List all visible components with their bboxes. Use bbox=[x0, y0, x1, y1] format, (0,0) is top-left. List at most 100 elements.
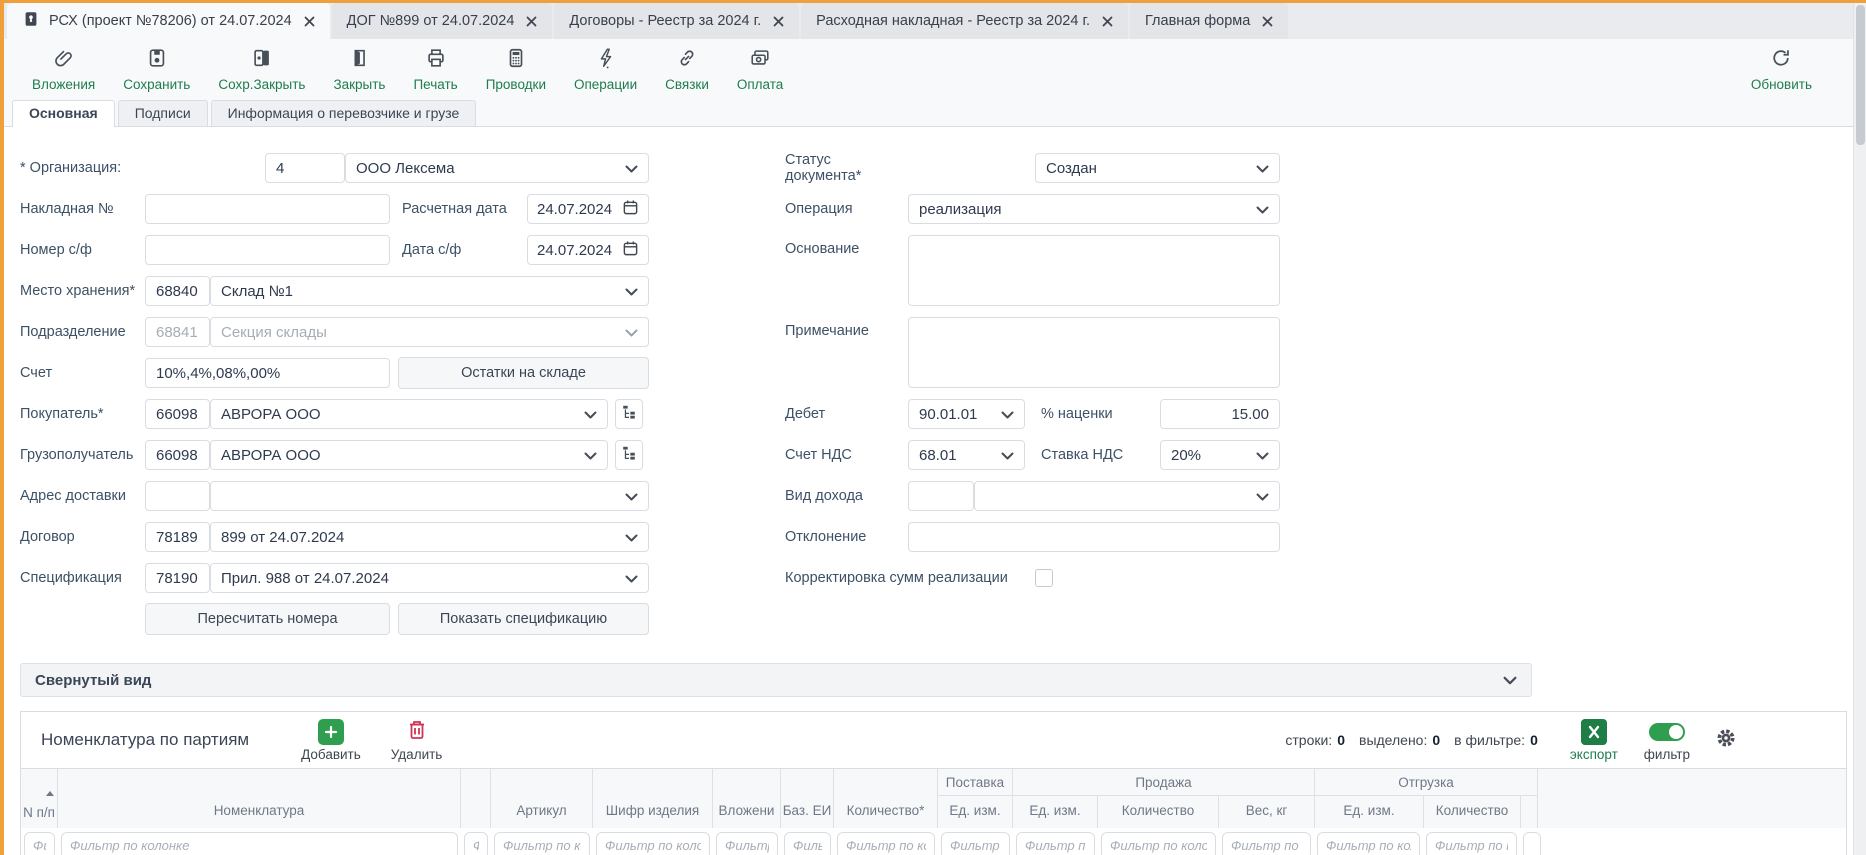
basis-textarea[interactable] bbox=[908, 235, 1280, 306]
column-header-npp[interactable]: N п/п bbox=[21, 769, 58, 828]
account-field[interactable] bbox=[145, 358, 390, 388]
filter-toggle[interactable]: фильтр bbox=[1644, 719, 1690, 762]
buyer-tree-button[interactable] bbox=[615, 399, 643, 429]
tab-signatures[interactable]: Подписи bbox=[118, 100, 208, 126]
tab-main[interactable]: Основная bbox=[12, 100, 115, 127]
filter-input-article[interactable] bbox=[494, 832, 590, 855]
delete-row-button[interactable]: Удалить bbox=[391, 718, 443, 762]
filter-input-supply-unit[interactable] bbox=[941, 832, 1010, 855]
column-header-base-unit[interactable]: Баз. ЕИ bbox=[781, 769, 834, 828]
operations-button[interactable]: Операции bbox=[560, 39, 651, 99]
consignee-code-field[interactable] bbox=[145, 440, 210, 470]
delivery-address-select[interactable] bbox=[210, 481, 649, 511]
payment-button[interactable]: Оплата bbox=[723, 39, 797, 99]
gear-icon[interactable] bbox=[1716, 728, 1736, 753]
storage-select[interactable]: Склад №1 bbox=[210, 276, 649, 306]
consignee-tree-button[interactable] bbox=[615, 440, 643, 470]
close-icon[interactable] bbox=[773, 16, 784, 27]
links-button[interactable]: Связки bbox=[651, 39, 723, 99]
filter-input-sale-unit[interactable] bbox=[1016, 832, 1095, 855]
organization-code-field[interactable] bbox=[265, 153, 345, 183]
collapsed-view-bar[interactable]: Свернутый вид bbox=[20, 663, 1532, 697]
postings-button[interactable]: Проводки bbox=[472, 39, 560, 99]
filter-input-product-code[interactable] bbox=[596, 832, 710, 855]
vat-account-select[interactable]: 68.01 bbox=[908, 440, 1025, 470]
filter-input-clipped[interactable] bbox=[1523, 832, 1541, 855]
print-button[interactable]: Печать bbox=[399, 39, 471, 99]
invoice-number-field[interactable] bbox=[145, 194, 390, 224]
note-textarea[interactable] bbox=[908, 317, 1280, 388]
contract-code-field[interactable] bbox=[145, 522, 210, 552]
filter-input-sale-weight[interactable] bbox=[1222, 832, 1311, 855]
column-header-sale-quantity[interactable]: Количество bbox=[1098, 796, 1219, 828]
close-icon[interactable] bbox=[304, 16, 315, 27]
consignee-select[interactable]: АВРОРА ООО bbox=[210, 440, 608, 470]
deviation-field[interactable] bbox=[908, 522, 1280, 552]
scrollbar-thumb[interactable] bbox=[1856, 5, 1865, 145]
markup-field[interactable] bbox=[1160, 399, 1280, 429]
filter-input-shipment-unit[interactable] bbox=[1317, 832, 1420, 855]
division-select[interactable]: Секция склады bbox=[210, 317, 649, 347]
attachments-button[interactable]: Вложения bbox=[18, 39, 109, 99]
column-header-attachments[interactable]: Вложени bbox=[713, 769, 781, 828]
sf-date-field[interactable]: 24.07.2024 bbox=[527, 235, 649, 265]
organization-select[interactable]: ООО Лексема bbox=[345, 153, 649, 183]
excel-export-button[interactable]: экспорт bbox=[1570, 719, 1618, 762]
column-header-shipment-unit[interactable]: Ед. изм. bbox=[1315, 796, 1424, 828]
tab-carrier-cargo-info[interactable]: Информация о перевозчике и грузе bbox=[211, 100, 477, 126]
buyer-select[interactable]: АВРОРА ООО bbox=[210, 399, 608, 429]
tab-main-form[interactable]: Главная форма bbox=[1130, 3, 1288, 39]
save-button[interactable]: Сохранить bbox=[109, 39, 204, 99]
filter-input-sale-quantity[interactable] bbox=[1101, 832, 1216, 855]
column-header-nomenclature[interactable]: Номенклатура bbox=[58, 769, 461, 828]
column-header-shipment-quantity[interactable]: Количество bbox=[1424, 796, 1521, 828]
column-header-sale-unit[interactable]: Ед. изм. bbox=[1013, 796, 1098, 828]
toggle-on-icon[interactable] bbox=[1649, 723, 1685, 741]
filter-input-base-unit[interactable] bbox=[784, 832, 831, 855]
filter-input-shipment-quantity[interactable] bbox=[1426, 832, 1517, 855]
calendar-icon[interactable] bbox=[622, 199, 639, 220]
delivery-address-code-field[interactable] bbox=[145, 481, 210, 511]
tab-rsx[interactable]: РСХ (проект №78206) от 24.07.2024 bbox=[7, 3, 330, 39]
filter-input-npp[interactable] bbox=[24, 832, 55, 855]
save-close-button[interactable]: Сохр.Закрыть bbox=[204, 39, 319, 99]
filter-input-attachments[interactable] bbox=[716, 832, 778, 855]
status-select[interactable]: Создан bbox=[1035, 153, 1280, 183]
add-row-button[interactable]: Добавить bbox=[301, 719, 361, 762]
column-header-quantity[interactable]: Количество* bbox=[834, 769, 938, 828]
debit-select[interactable]: 90.01.01 bbox=[908, 399, 1025, 429]
division-code-field[interactable] bbox=[145, 317, 210, 347]
filter-input-blank[interactable] bbox=[464, 832, 488, 855]
income-type-code-field[interactable] bbox=[908, 481, 974, 511]
window-scrollbar[interactable] bbox=[1853, 3, 1866, 855]
specification-code-field[interactable] bbox=[145, 563, 210, 593]
contract-select[interactable]: 899 от 24.07.2024 bbox=[210, 522, 649, 552]
chevron-down-icon[interactable] bbox=[1503, 676, 1517, 685]
stock-balance-button[interactable]: Остатки на складе bbox=[398, 357, 649, 389]
column-header-blank[interactable] bbox=[461, 769, 491, 828]
sf-number-field[interactable] bbox=[145, 235, 390, 265]
calendar-icon[interactable] bbox=[622, 240, 639, 261]
tab-contracts-registry[interactable]: Договоры - Реестр за 2024 г. bbox=[554, 3, 799, 39]
specification-select[interactable]: Прил. 988 от 24.07.2024 bbox=[210, 563, 649, 593]
show-specification-button[interactable]: Показать спецификацию bbox=[398, 603, 649, 635]
column-header-supply-unit[interactable]: Ед. изм. bbox=[938, 796, 1012, 828]
calc-date-field[interactable]: 24.07.2024 bbox=[527, 194, 649, 224]
refresh-button[interactable]: Обновить bbox=[1737, 39, 1826, 99]
buyer-code-field[interactable] bbox=[145, 399, 210, 429]
tab-invoice-registry[interactable]: Расходная накладная - Реестр за 2024 г. bbox=[801, 3, 1128, 39]
storage-code-field[interactable] bbox=[145, 276, 210, 306]
column-header-article[interactable]: Артикул bbox=[491, 769, 593, 828]
close-icon[interactable] bbox=[526, 16, 537, 27]
column-header-sale-weight[interactable]: Вес, кг bbox=[1219, 796, 1314, 828]
tab-dog[interactable]: ДОГ №899 от 24.07.2024 bbox=[332, 3, 553, 39]
recalc-numbers-button[interactable]: Пересчитать номера bbox=[145, 603, 390, 635]
filter-input-quantity[interactable] bbox=[837, 832, 935, 855]
correction-checkbox[interactable] bbox=[1035, 569, 1053, 587]
operation-select[interactable]: реализация bbox=[908, 194, 1280, 224]
close-icon[interactable] bbox=[1102, 16, 1113, 27]
income-type-select[interactable] bbox=[974, 481, 1280, 511]
close-button[interactable]: Закрыть bbox=[319, 39, 399, 99]
column-header-product-code[interactable]: Шифр изделия bbox=[593, 769, 713, 828]
vat-rate-select[interactable]: 20% bbox=[1160, 440, 1280, 470]
